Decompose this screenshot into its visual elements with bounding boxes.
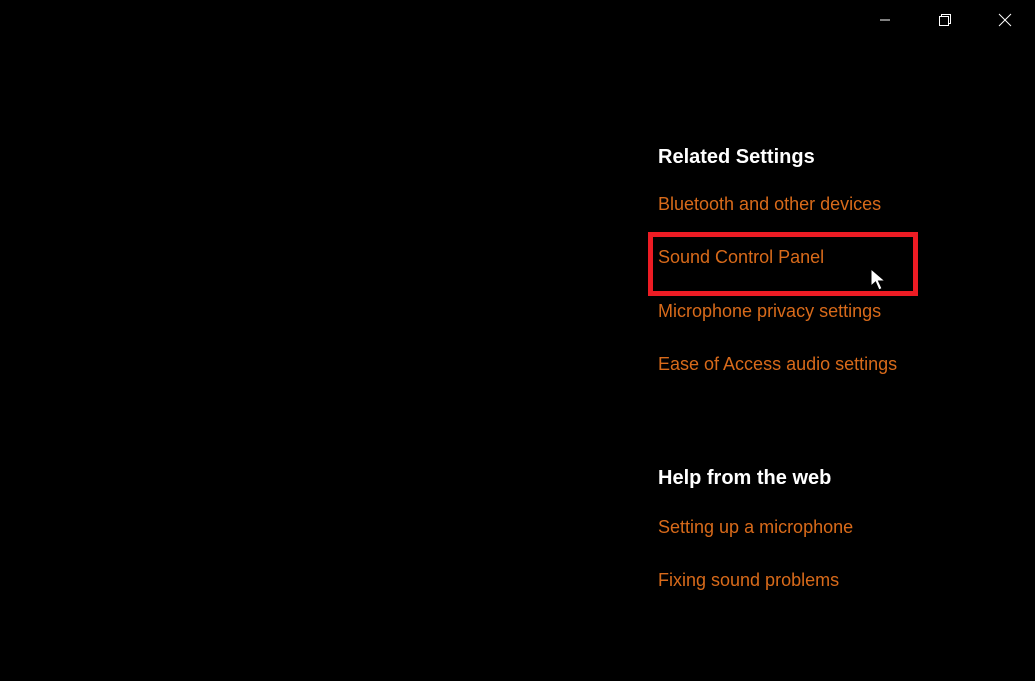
title-bar [855, 0, 1035, 40]
link-bluetooth-devices[interactable]: Bluetooth and other devices [658, 193, 1018, 216]
maximize-icon [938, 13, 952, 27]
link-sound-control-panel[interactable]: Sound Control Panel [658, 246, 1018, 269]
maximize-button[interactable] [915, 0, 975, 40]
minimize-button[interactable] [855, 0, 915, 40]
close-icon [998, 13, 1012, 27]
minimize-icon [879, 14, 891, 26]
related-settings-heading: Related Settings [658, 146, 1018, 169]
link-ease-of-access-audio[interactable]: Ease of Access audio settings [658, 353, 1018, 376]
link-fixing-sound[interactable]: Fixing sound problems [658, 569, 1018, 592]
close-button[interactable] [975, 0, 1035, 40]
settings-side-panel: Related Settings Bluetooth and other dev… [658, 146, 1018, 592]
link-setup-microphone[interactable]: Setting up a microphone [658, 516, 1018, 539]
help-web-heading: Help from the web [658, 467, 1018, 490]
link-microphone-privacy[interactable]: Microphone privacy settings [658, 300, 1018, 323]
